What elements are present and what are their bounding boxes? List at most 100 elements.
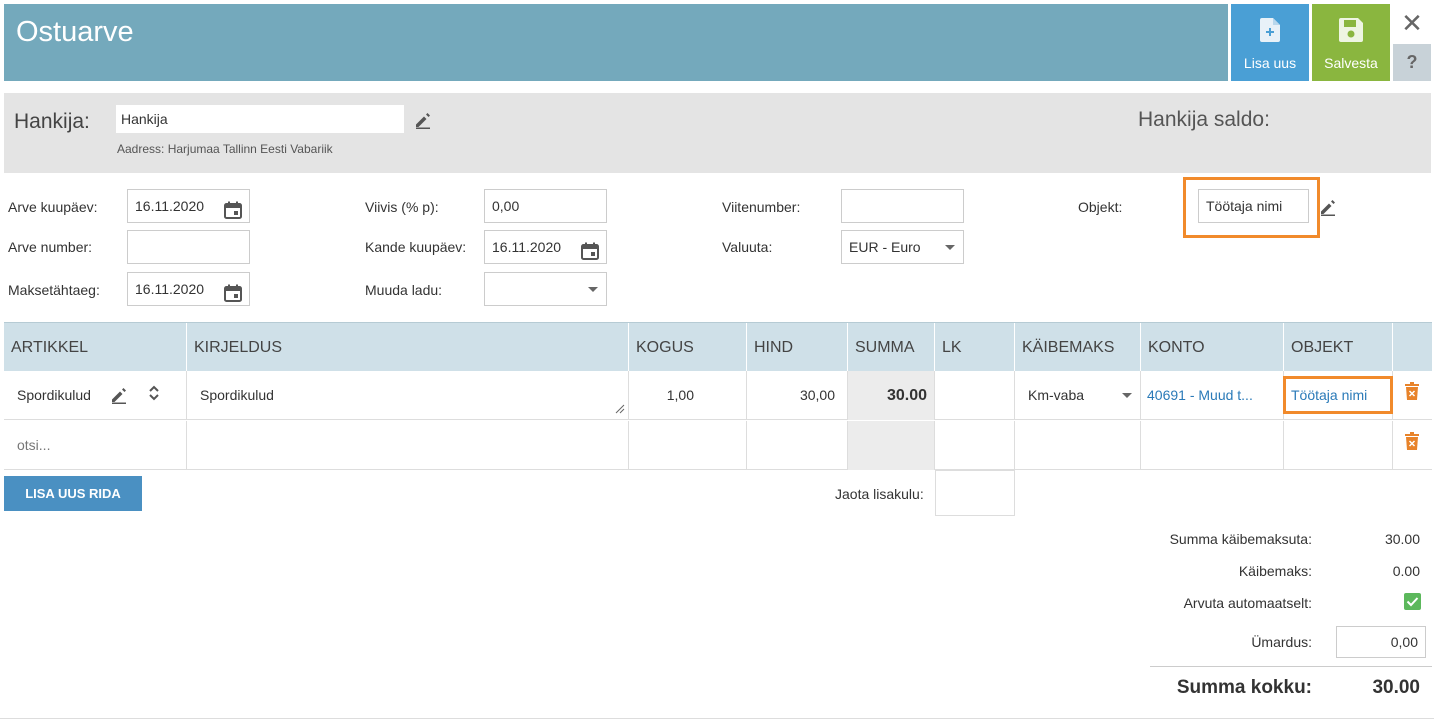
kogus-cell[interactable] <box>629 421 747 470</box>
vendor-input[interactable]: Hankija <box>116 105 404 133</box>
maksetahtaeg-input[interactable]: 16.11.2020 <box>127 272 250 306</box>
add-row-button[interactable]: LISA UUS RIDA <box>4 476 142 511</box>
calendar-icon[interactable] <box>224 281 242 313</box>
artikkel-cell[interactable]: Spordikulud <box>4 371 187 420</box>
add-document-icon <box>1260 18 1280 45</box>
arvuta-automaatselt-label: Arvuta automaatselt: <box>1183 595 1312 611</box>
kirjeldus-cell[interactable]: Spordikulud <box>187 371 629 420</box>
objekt-cell[interactable] <box>1284 421 1393 470</box>
muuda-ladu-select[interactable] <box>484 272 607 306</box>
vendor-address: Aadress: Harjumaa Tallinn Eesti Vabariik <box>117 142 333 156</box>
kaibemaks-label: Käibemaks: <box>1238 563 1312 579</box>
arve-kuupaev-input[interactable]: 16.11.2020 <box>127 189 250 223</box>
calendar-icon[interactable] <box>224 198 242 230</box>
help-icon[interactable]: ? <box>1393 44 1431 81</box>
vendor-label: Hankija: <box>14 110 90 133</box>
hind-cell[interactable] <box>747 421 848 470</box>
bottom-divider <box>0 718 1434 719</box>
column-header: ARTIKKEL <box>4 323 187 372</box>
objekt-label: Objekt: <box>1078 199 1123 215</box>
chevron-down-icon <box>588 287 598 292</box>
lk-cell[interactable] <box>935 371 1015 420</box>
arve-kuupaev-label: Arve kuupäev: <box>8 199 98 215</box>
pencil-icon[interactable] <box>414 111 432 132</box>
save-label: Salvesta <box>1324 55 1378 71</box>
umardus-input[interactable]: 0,00 <box>1336 626 1426 658</box>
title-bar: Ostuarve <box>4 4 1228 81</box>
column-header: KOGUS <box>629 323 747 372</box>
totals-divider <box>1150 666 1432 667</box>
resize-handle-icon[interactable] <box>615 404 625 414</box>
vendor-saldo-label: Hankija saldo: <box>1138 108 1270 131</box>
column-header-actions <box>1393 323 1432 372</box>
chevron-down-icon <box>945 245 955 250</box>
maksetahtaeg-value: 16.11.2020 <box>135 281 205 297</box>
jaota-lisakulu-label: Jaota lisakulu: <box>835 486 924 502</box>
column-header: HIND <box>747 323 848 372</box>
pencil-icon[interactable] <box>1319 198 1337 219</box>
valuuta-select[interactable]: EUR - Euro <box>841 230 964 264</box>
kirjeldus-value: Spordikulud <box>200 387 274 403</box>
column-header: KIRJELDUS <box>187 323 629 372</box>
check-icon <box>1406 597 1419 607</box>
viitenumber-input[interactable] <box>841 189 964 223</box>
viivis-label: Viivis (% p): <box>365 199 439 215</box>
valuuta-value: EUR - Euro <box>849 239 921 255</box>
summa-kokku-value: 30.00 <box>1372 677 1420 698</box>
arvuta-automaatselt-checkbox[interactable] <box>1404 593 1421 610</box>
column-header: OBJEKT <box>1284 323 1393 372</box>
viivis-input[interactable]: 0,00 <box>484 189 607 223</box>
summa-kaibemaksuta-label: Summa käibemaksuta: <box>1169 531 1312 547</box>
add-new-label: Lisa uus <box>1243 55 1297 71</box>
row-actions-cell <box>1393 371 1432 420</box>
chevron-down-icon <box>1122 393 1132 398</box>
sort-arrows-icon[interactable] <box>148 384 160 402</box>
trash-icon[interactable] <box>1404 432 1420 450</box>
kaibemaks-select[interactable]: Km-vaba <box>1015 371 1141 420</box>
search-input[interactable]: otsi... <box>4 421 187 470</box>
summa-cell <box>848 421 935 470</box>
column-header: KONTO <box>1141 323 1284 372</box>
arve-number-input[interactable] <box>127 230 250 264</box>
trash-icon[interactable] <box>1404 382 1420 400</box>
summa-kaibemaksuta-value: 30.00 <box>1384 531 1420 547</box>
kande-kuupaev-value: 16.11.2020 <box>492 239 562 255</box>
column-header: KÄIBEMAKS <box>1015 323 1141 372</box>
kaibemaks-value: Km-vaba <box>1028 387 1085 403</box>
pencil-icon[interactable] <box>110 386 128 404</box>
vendor-panel: Hankija: Hankija Aadress: Harjumaa Talli… <box>4 93 1431 173</box>
hind-cell[interactable]: 30,00 <box>747 371 848 420</box>
kaibemaks-value: 0.00 <box>1392 563 1420 579</box>
close-icon[interactable]: ✕ <box>1393 4 1431 42</box>
save-button[interactable]: Salvesta <box>1312 4 1390 81</box>
muuda-ladu-label: Muuda ladu: <box>365 282 443 298</box>
kirjeldus-cell[interactable] <box>187 421 629 470</box>
calendar-icon[interactable] <box>581 239 599 271</box>
kande-kuupaev-input[interactable]: 16.11.2020 <box>484 230 607 264</box>
umardus-label: Ümardus: <box>1251 634 1312 650</box>
objekt-input[interactable]: Töötaja nimi <box>1198 189 1309 223</box>
kande-kuupaev-label: Kande kuupäev: <box>365 239 467 255</box>
lk-cell[interactable] <box>935 421 1015 470</box>
summa-cell: 30.00 <box>848 371 935 420</box>
arve-kuupaev-value: 16.11.2020 <box>135 198 205 214</box>
add-new-button[interactable]: Lisa uus <box>1231 4 1309 81</box>
table-row: otsi... <box>4 421 1432 470</box>
table-row: Spordikulud Spordikulud 1,00 30,00 30.00… <box>4 371 1432 420</box>
konto-cell[interactable] <box>1141 421 1284 470</box>
page-title: Ostuarve <box>16 16 134 48</box>
column-header: LK <box>935 323 1015 372</box>
objekt-cell-highlight <box>1283 376 1393 414</box>
kaibemaks-cell[interactable] <box>1015 421 1141 470</box>
table-header: ARTIKKEL KIRJELDUS KOGUS HIND SUMMA LK K… <box>4 322 1432 372</box>
artikkel-value: Spordikulud <box>17 387 90 403</box>
jaota-lisakulu-input[interactable] <box>935 470 1015 516</box>
valuuta-label: Valuuta: <box>722 239 773 255</box>
konto-link[interactable]: 40691 - Muud t... <box>1141 371 1284 420</box>
arve-number-label: Arve number: <box>8 239 93 255</box>
row-actions-cell <box>1393 421 1432 470</box>
viitenumber-label: Viitenumber: <box>722 199 801 215</box>
summa-kokku-label: Summa kokku: <box>1176 677 1312 698</box>
maksetahtaeg-label: Maksetähtaeg: <box>8 282 100 298</box>
kogus-cell[interactable]: 1,00 <box>629 371 747 420</box>
